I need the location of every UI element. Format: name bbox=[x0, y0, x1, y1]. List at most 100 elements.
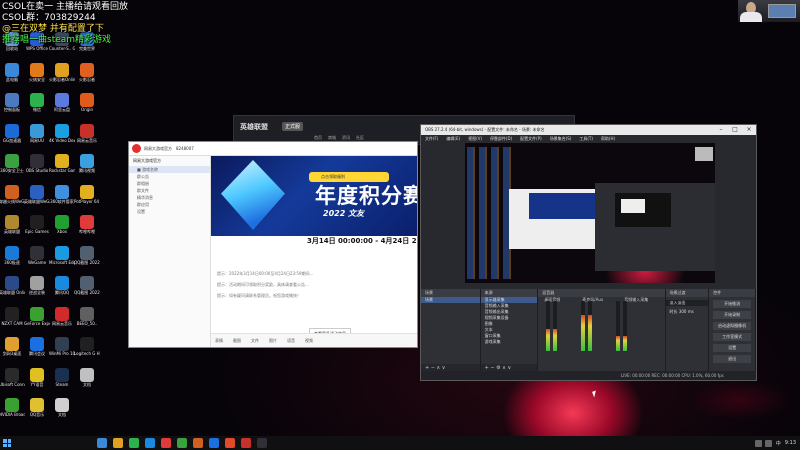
volume-icon[interactable] bbox=[764, 439, 772, 447]
obs-window[interactable]: OBS 27.2.4 (64-bit, windows) - 配置文件: 未命名… bbox=[420, 124, 757, 381]
taskbar-app-icon[interactable] bbox=[129, 438, 139, 448]
control-button[interactable]: 退出 bbox=[713, 355, 751, 363]
desktop-icon[interactable]: 360软件管家 bbox=[50, 183, 74, 214]
transition-duration[interactable]: 时长 300 ms bbox=[666, 309, 709, 315]
taskbar-app-icon[interactable] bbox=[193, 438, 203, 448]
close-icon[interactable]: × bbox=[742, 125, 756, 135]
desktop-icon[interactable]: 火影忍者 bbox=[75, 61, 99, 92]
desktop-icon[interactable]: 网易云音乐 bbox=[50, 305, 74, 336]
desktop-icon[interactable]: 腾讯会议 bbox=[25, 335, 49, 366]
transition-select[interactable]: 淡入淡出 bbox=[665, 300, 709, 306]
desktop-icon[interactable]: 360安全卫士 bbox=[0, 152, 24, 183]
desktop-icon[interactable]: 4K Video Download.. bbox=[49, 122, 75, 153]
desktop-icon[interactable]: 火绒安全 bbox=[25, 61, 49, 92]
desktop-icon[interactable]: 英雄联盟 Online bbox=[0, 274, 25, 305]
desktop-icon[interactable]: WeGame bbox=[25, 244, 49, 275]
event-banner[interactable]: 年度积分赛 2022 文友 点击领取福利 bbox=[211, 156, 417, 236]
obs-menu-item[interactable]: 视图(V) bbox=[468, 136, 482, 142]
obs-menu-item[interactable]: 帮助(H) bbox=[601, 136, 615, 142]
desktop-icon[interactable]: QQ音乐 bbox=[25, 396, 49, 427]
qq-sidebar-item[interactable]: ■ 游戏名称 bbox=[129, 166, 210, 173]
control-button[interactable]: 设置 bbox=[713, 344, 751, 352]
desktop-icon[interactable]: Microsoft Edge bbox=[49, 244, 75, 275]
taskbar-app-icon[interactable] bbox=[225, 438, 235, 448]
obs-menu-item[interactable]: 文件(F) bbox=[425, 136, 438, 142]
taskbar-app-icon[interactable] bbox=[177, 438, 187, 448]
desktop-icon[interactable]: Origin bbox=[75, 91, 99, 122]
qq-sidebar-item[interactable]: 群相册 bbox=[129, 180, 210, 187]
desktop-icon[interactable]: NVIDIA Broadcast bbox=[0, 396, 25, 427]
scene-item[interactable]: 场景 bbox=[421, 297, 480, 303]
desktop-icon[interactable]: 360极速 bbox=[0, 244, 24, 275]
desktop-icon[interactable]: 文档 bbox=[50, 396, 74, 427]
desktop-icon[interactable]: QQ截图 20220322.. bbox=[74, 244, 100, 275]
obs-preview[interactable] bbox=[465, 143, 715, 283]
qq-sidebar-item[interactable]: 群公告 bbox=[129, 173, 210, 180]
control-button[interactable]: 启动虚拟摄像机 bbox=[713, 322, 751, 330]
taskbar-app-icon[interactable] bbox=[257, 438, 267, 448]
start-button[interactable] bbox=[0, 436, 14, 450]
desktop-icon[interactable]: BEEO_50.. bbox=[75, 305, 99, 336]
control-button[interactable]: 工作室模式 bbox=[713, 333, 751, 341]
desktop-icon[interactable]: Xbox bbox=[50, 213, 74, 244]
desktop-icon[interactable]: 微信 bbox=[25, 91, 49, 122]
desktop-icon[interactable]: NZXT CAM bbox=[0, 305, 24, 336]
desktop-icon[interactable]: 英雄联盟 bbox=[0, 213, 24, 244]
desktop-icon[interactable]: OBS Studio bbox=[25, 152, 49, 183]
desktop-icon[interactable]: GeForce Experience bbox=[24, 305, 50, 336]
source-item[interactable]: 游戏采集 bbox=[481, 339, 538, 345]
minimize-icon[interactable]: – bbox=[714, 125, 728, 135]
desktop-icon[interactable]: 哔哩哔哩 bbox=[75, 213, 99, 244]
obs-menu-item[interactable]: 编辑(E) bbox=[446, 136, 460, 142]
taskbar-app-icon[interactable] bbox=[113, 438, 123, 448]
desktop-icon[interactable]: 文档 bbox=[75, 366, 99, 397]
chat-toolbar-button[interactable]: 表情 bbox=[215, 338, 223, 344]
ime-indicator[interactable]: 中 bbox=[776, 440, 781, 447]
desktop-icon[interactable]: 网易云音乐 bbox=[75, 122, 99, 153]
desktop-icon[interactable]: 此电脑 bbox=[0, 61, 24, 92]
chat-toolbar-button[interactable]: 视频 bbox=[305, 338, 313, 344]
qq-sidebar-item[interactable]: 精华消息 bbox=[129, 194, 210, 201]
desktop-icon[interactable]: Steam bbox=[50, 366, 74, 397]
desktop-icon[interactable]: PotPlayer 64 bit bbox=[74, 183, 100, 214]
chat-toolbar-button[interactable]: 图片 bbox=[269, 338, 277, 344]
desktop-icon[interactable]: 剑网3桌面 bbox=[0, 335, 24, 366]
qq-group-window[interactable]: 网易大游戏官方 8248007 网易大游戏官方 ■ 游戏名称 群公告 群相册 群文件精… bbox=[128, 141, 418, 348]
desktop-icon[interactable]: 阿里云盘 bbox=[50, 91, 74, 122]
desktop-icon[interactable]: Logitech G HUB bbox=[74, 335, 100, 366]
taskbar-app-icon[interactable] bbox=[97, 438, 107, 448]
desktop-icon[interactable]: 腾讯视频 bbox=[75, 152, 99, 183]
desktop-icon[interactable]: 控制面板 bbox=[0, 91, 24, 122]
desktop-icon[interactable]: QQ截图 20220322.. bbox=[74, 274, 100, 305]
chat-toolbar-button[interactable]: 截图 bbox=[233, 338, 241, 344]
qq-group-header[interactable]: 网易大游戏官方 bbox=[129, 156, 210, 166]
obs-menu-item[interactable]: 配置文件(P) bbox=[520, 136, 542, 142]
obs-menu-item[interactable]: 工具(T) bbox=[579, 136, 593, 142]
desktop-icon[interactable]: Ubisoft Connect bbox=[0, 366, 25, 397]
chat-toolbar-button[interactable]: 文件 bbox=[251, 338, 259, 344]
control-button[interactable]: 开始录制 bbox=[713, 311, 751, 319]
desktop-icon[interactable]: YY语音 bbox=[25, 366, 49, 397]
obs-menu-item[interactable]: 场景集合(S) bbox=[550, 136, 572, 142]
desktop-icon[interactable]: Epic Games bbox=[25, 213, 49, 244]
desktop-icon[interactable]: 英雄联盟WeGame版 bbox=[24, 183, 50, 214]
desktop-icon[interactable]: WinMi Pro 10.0 bbox=[49, 335, 75, 366]
claim-reward-button[interactable]: 点击领取福利 bbox=[309, 172, 389, 182]
desktop-icon[interactable]: 火影忍者Online bbox=[49, 61, 75, 92]
launcher-version-badge[interactable]: 正式服 bbox=[282, 122, 304, 131]
network-icon[interactable] bbox=[754, 439, 762, 447]
control-button[interactable]: 开始推流 bbox=[713, 300, 751, 308]
desktop-icon[interactable]: Rockstar Games.. bbox=[49, 152, 75, 183]
desktop-icon[interactable]: 腾讯QQ bbox=[50, 274, 74, 305]
qq-sidebar-item[interactable]: 设置 bbox=[129, 208, 210, 215]
taskbar-app-icon[interactable] bbox=[209, 438, 219, 448]
taskbar-app-icon[interactable] bbox=[161, 438, 171, 448]
desktop-icon[interactable]: 网易UU bbox=[25, 122, 49, 153]
obs-menu-item[interactable]: 停靠部件(D) bbox=[490, 136, 512, 142]
qq-sidebar-item[interactable]: 群文件 bbox=[129, 187, 210, 194]
desktop-icon[interactable]: 穿越火线WeGame版 bbox=[0, 183, 25, 214]
desktop-icon[interactable]: GG加速器 bbox=[0, 122, 24, 153]
qq-sidebar-item[interactable]: 群应用 bbox=[129, 201, 210, 208]
desktop-icon[interactable]: 逆战全装 bbox=[25, 274, 49, 305]
clock[interactable]: 9:13 bbox=[785, 440, 796, 446]
